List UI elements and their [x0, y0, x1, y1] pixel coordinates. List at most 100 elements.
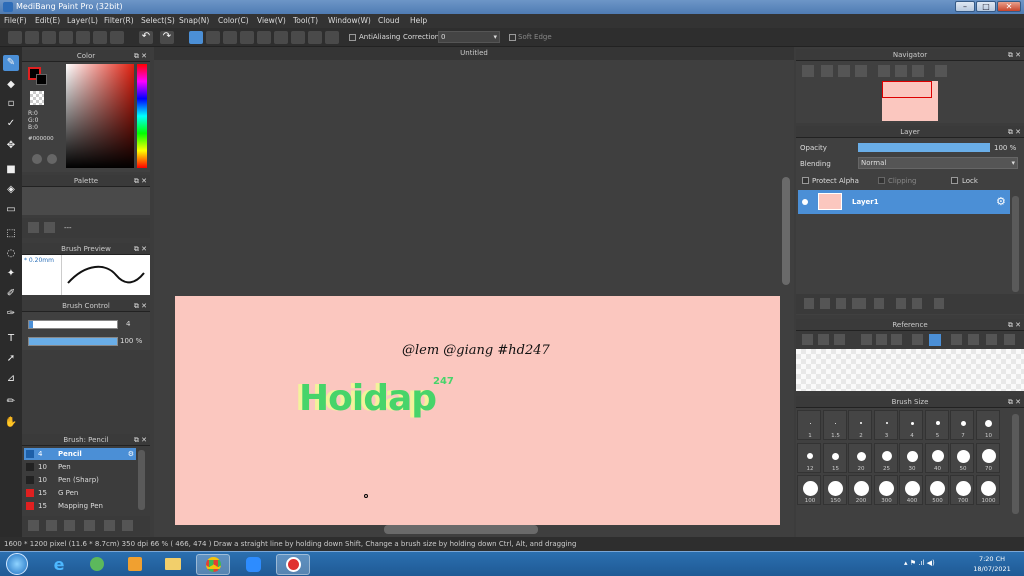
menu-view[interactable]: View(V)	[257, 16, 286, 25]
select-tool-icon[interactable]: ⬚	[3, 226, 19, 242]
brush-copy-icon[interactable]	[84, 520, 95, 531]
brush-list-item[interactable]: 10 Pen (Sharp)	[24, 474, 136, 486]
document-tab[interactable]: Untitled	[154, 47, 794, 60]
visibility-icon[interactable]	[802, 199, 808, 205]
reference-area[interactable]	[796, 349, 1024, 391]
grid-snap-icon[interactable]	[223, 31, 237, 44]
cloud-upload-icon[interactable]	[802, 334, 813, 345]
brush-size-option[interactable]: 4	[899, 410, 923, 440]
panel-close-icon[interactable]: ⧉ ✕	[1008, 49, 1021, 61]
zoom-in-icon[interactable]	[821, 65, 833, 77]
magic-wand-icon[interactable]: ✦	[3, 266, 19, 282]
panel-close-icon[interactable]: ⧉ ✕	[1008, 319, 1021, 331]
medibang-icon[interactable]	[276, 554, 310, 575]
zoom-out-icon[interactable]	[891, 334, 902, 345]
zoom-in-icon[interactable]	[802, 65, 814, 77]
add-brush-icon[interactable]	[28, 520, 39, 531]
move-tool-icon[interactable]: ✥	[3, 138, 19, 154]
settings-snap-icon[interactable]	[325, 31, 339, 44]
brush-size-option[interactable]: 20	[848, 443, 872, 473]
antialiasing-checkbox[interactable]	[349, 34, 356, 41]
panel-close-icon[interactable]: ⧉ ✕	[134, 434, 147, 446]
brush-size-option[interactable]: 70	[975, 443, 1000, 473]
grid-icon[interactable]	[110, 31, 124, 44]
circle-snap-icon[interactable]	[274, 31, 288, 44]
eyedropper-icon[interactable]	[912, 334, 923, 345]
brush-list-item[interactable]: 15 G Pen	[24, 487, 136, 499]
rotate-right-icon[interactable]	[986, 334, 997, 345]
chrome-icon[interactable]	[196, 554, 230, 575]
copy-icon[interactable]	[59, 31, 73, 44]
media-player-icon[interactable]	[118, 554, 152, 575]
correction-dropdown[interactable]: 0 ▾	[438, 31, 500, 43]
brush-size-option[interactable]: 7	[950, 410, 974, 440]
menu-snap[interactable]: Snap(N)	[179, 16, 209, 25]
maximize-button[interactable]: □	[976, 1, 996, 12]
panel-close-icon[interactable]: ⧉ ✕	[134, 50, 147, 62]
parallel-snap-icon[interactable]	[206, 31, 220, 44]
brush-tool-icon[interactable]: ✎	[3, 55, 19, 71]
perspective-snap-icon[interactable]	[240, 31, 254, 44]
curve-snap-icon[interactable]	[291, 31, 305, 44]
protect-alpha-checkbox[interactable]	[802, 177, 809, 184]
brush-list-item[interactable]: 10 Pen	[24, 461, 136, 473]
canvas-paper[interactable]: @lem @giang #hd247 Hoidap 247	[175, 296, 780, 525]
menu-help[interactable]: Help	[410, 16, 427, 25]
brush-list-item[interactable]: 4 Pencil ⚙	[24, 448, 136, 460]
panel-close-icon[interactable]: ⧉ ✕	[134, 175, 147, 187]
brush-size-option[interactable]: 2	[848, 410, 872, 440]
rotate-left-icon[interactable]	[951, 334, 962, 345]
reset-view-icon[interactable]	[895, 65, 907, 77]
comment-icon[interactable]	[42, 31, 56, 44]
select-pen-tool-icon[interactable]: ✐	[3, 286, 19, 302]
rotate-right-icon[interactable]	[912, 65, 924, 77]
brush-size-option[interactable]: 400	[899, 475, 923, 505]
open-folder-icon[interactable]	[818, 334, 829, 345]
operation-tool-icon[interactable]: ➚	[3, 351, 19, 367]
menu-file[interactable]: File(F)	[4, 16, 27, 25]
brush-list-scrollbar[interactable]	[138, 450, 145, 510]
color-wheel-icon[interactable]	[32, 154, 42, 164]
new-halftone-layer-icon[interactable]	[820, 298, 830, 309]
minimize-button[interactable]: –	[955, 1, 975, 12]
layer-row[interactable]: Layer1 ⚙	[798, 190, 1010, 214]
secondary-color-swatch[interactable]	[36, 74, 47, 85]
layer-opacity-slider[interactable]	[858, 143, 990, 152]
layer-menu-icon[interactable]	[852, 298, 866, 309]
zoom-in-icon[interactable]	[861, 334, 872, 345]
delete-palette-icon[interactable]	[44, 222, 55, 233]
panel-close-icon[interactable]: ⧉ ✕	[134, 300, 147, 312]
hand-tool-icon[interactable]: ✋	[3, 415, 19, 431]
undo-icon[interactable]: ↶	[139, 31, 153, 44]
close-icon[interactable]	[834, 334, 845, 345]
brush-delete-icon[interactable]	[122, 520, 133, 531]
brush-size-option[interactable]: 300	[873, 475, 898, 505]
gear-icon[interactable]: ⚙	[996, 195, 1006, 208]
panel-close-icon[interactable]: ⧉ ✕	[134, 243, 147, 255]
text-tool-icon[interactable]: T	[3, 331, 19, 347]
cloud-icon[interactable]	[8, 31, 22, 44]
color-history-icon[interactable]	[47, 154, 57, 164]
brush-size-scrollbar[interactable]	[1012, 414, 1019, 514]
brush-size-option[interactable]: 5	[924, 410, 949, 440]
new-layer-icon[interactable]	[804, 298, 814, 309]
hue-slider[interactable]	[137, 64, 147, 168]
gradient-tool-icon[interactable]: ▭	[3, 202, 19, 218]
brush-size-option[interactable]: 1	[797, 410, 821, 440]
lock-checkbox[interactable]	[951, 177, 958, 184]
fill-tool-icon[interactable]: ◈	[3, 182, 19, 198]
clipping-checkbox[interactable]	[878, 177, 885, 184]
brush-size-option[interactable]: 200	[848, 475, 872, 505]
duplicate-layer-icon[interactable]	[896, 298, 906, 309]
flip-icon[interactable]	[1004, 334, 1015, 345]
brush-size-option[interactable]: 700	[950, 475, 974, 505]
snap-off-icon[interactable]	[189, 31, 203, 44]
brush-size-option[interactable]: 25	[873, 443, 898, 473]
layer-scrollbar[interactable]	[1012, 196, 1019, 292]
brush-list-item[interactable]: 15 Mapping Pen	[24, 500, 136, 512]
save-icon[interactable]	[76, 31, 90, 44]
brush-size-option[interactable]: 15	[822, 443, 847, 473]
fit-icon[interactable]	[876, 334, 887, 345]
menu-filter[interactable]: Filter(R)	[104, 16, 134, 25]
dot-tool-icon[interactable]: ▫	[3, 96, 19, 112]
